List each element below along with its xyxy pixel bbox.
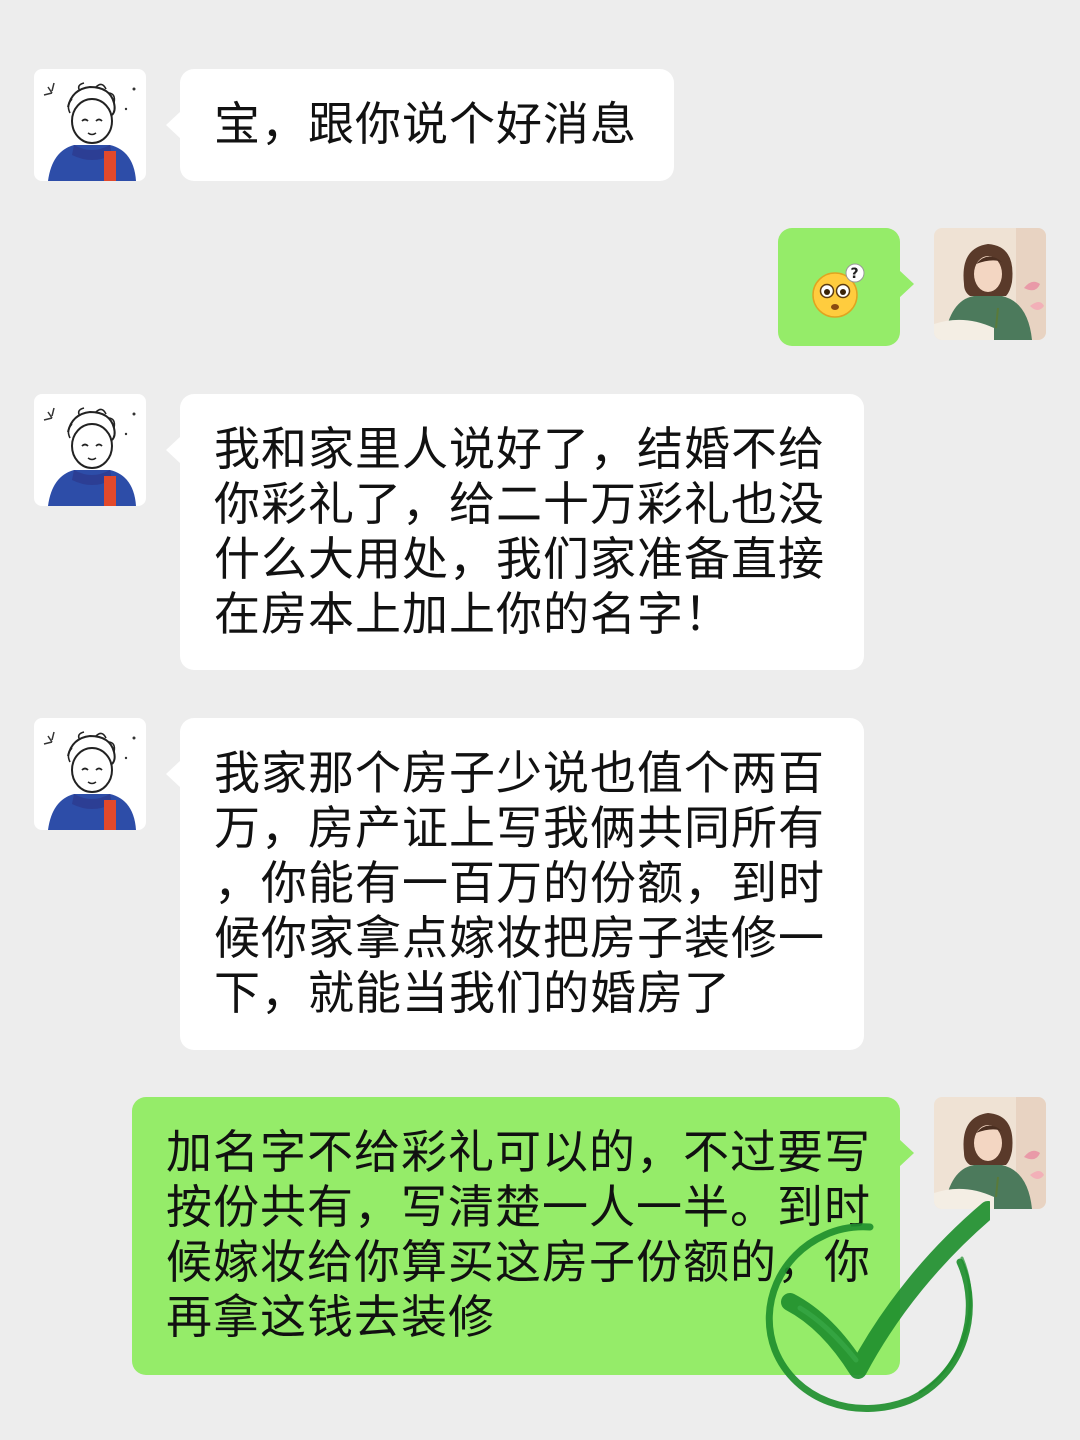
avatar-me[interactable] bbox=[934, 1097, 1046, 1209]
avatar-boyfriend[interactable] bbox=[34, 69, 146, 181]
message-line: 按份共有，写清楚一人一半。到时 bbox=[166, 1180, 871, 1234]
cartoon-boy-avatar-icon bbox=[34, 718, 146, 830]
message-line: 你彩礼了，给二十万彩礼也没 bbox=[214, 477, 825, 531]
cartoon-boy-avatar-icon bbox=[34, 394, 146, 506]
woman-portrait-avatar-icon bbox=[934, 228, 1046, 340]
avatar-boyfriend[interactable] bbox=[34, 718, 146, 830]
emoji-bubble[interactable]: ? bbox=[778, 228, 914, 346]
message-bubble[interactable]: 我和家里人说好了，结婚不给 你彩礼了，给二十万彩礼也没 什么大用处，我们家准备直… bbox=[166, 394, 864, 670]
message-line: 下，就能当我们的婚房了 bbox=[214, 966, 731, 1020]
message-line: 我和家里人说好了，结婚不给 bbox=[214, 422, 825, 476]
message-line: ，你能有一百万的份额，到时 bbox=[214, 856, 825, 910]
message-line: 再拿这钱去装修 bbox=[166, 1290, 495, 1344]
confused-face-emoji-icon: ? bbox=[812, 263, 865, 318]
cartoon-boy-avatar-icon bbox=[34, 69, 146, 181]
message-line: 候你家拿点嫁妆把房子装修一 bbox=[214, 911, 825, 965]
avatar-boyfriend[interactable] bbox=[34, 394, 146, 506]
message-line: 我家那个房子少说也值个两百 bbox=[214, 746, 825, 800]
woman-portrait-avatar-icon bbox=[934, 1097, 1046, 1209]
message-line: 加名字不给彩礼可以的，不过要写 bbox=[166, 1125, 871, 1179]
message-bubble[interactable]: 宝，跟你说个好消息 bbox=[166, 69, 674, 181]
avatar-me[interactable] bbox=[934, 228, 1046, 340]
message-line: 什么大用处，我们家准备直接 bbox=[214, 532, 825, 586]
message-bubble[interactable]: 加名字不给彩礼可以的，不过要写 按份共有，写清楚一人一半。到时 候嫁妆给你算买这… bbox=[132, 1097, 914, 1375]
message-bubble[interactable]: 我家那个房子少说也值个两百 万，房产证上写我俩共同所有 ，你能有一百万的份额，到… bbox=[166, 718, 864, 1050]
message-line: 宝，跟你说个好消息 bbox=[214, 97, 637, 151]
svg-text:?: ? bbox=[850, 266, 859, 282]
message-line: 万，房产证上写我俩共同所有 bbox=[214, 801, 825, 855]
message-line: 候嫁妆给你算买这房子份额的，你 bbox=[166, 1235, 871, 1289]
message-line: 在房本上加上你的名字！ bbox=[214, 587, 731, 641]
